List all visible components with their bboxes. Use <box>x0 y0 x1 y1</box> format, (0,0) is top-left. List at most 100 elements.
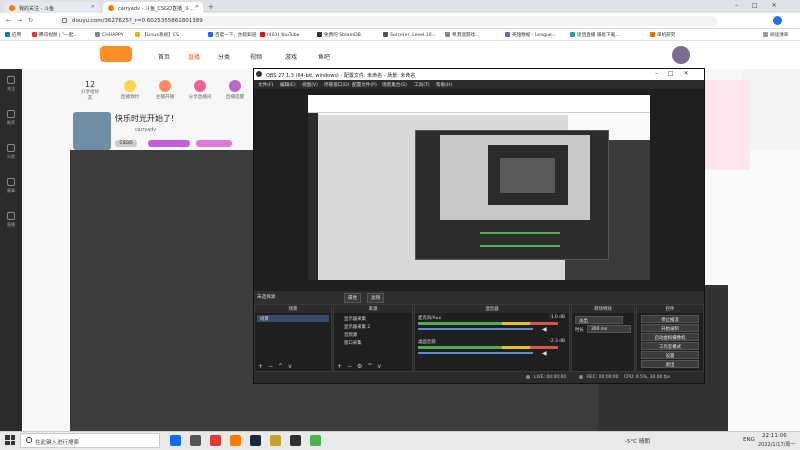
stat-share-room[interactable]: 分享直播间 <box>185 80 215 100</box>
duration-label: 时长 <box>575 328 584 333</box>
preview-nested-browser-bar <box>308 95 650 113</box>
nav-fishbar[interactable]: 鱼吧 <box>318 52 330 61</box>
taskbar-app-icon[interactable] <box>190 435 201 446</box>
steam-taskbar-icon[interactable] <box>250 435 261 446</box>
window-controls[interactable]: –□✕ <box>735 2 791 9</box>
nav-game[interactable]: 游戏 <box>285 52 297 61</box>
source-toolbar[interactable]: +−⚙^v <box>337 363 386 370</box>
weather-text[interactable]: -5°C 晴朗 <box>625 437 650 445</box>
volume-slider[interactable] <box>418 352 533 354</box>
menu-scene-collection[interactable]: 场景集合(S) <box>382 82 407 88</box>
mic-icon <box>159 80 171 92</box>
filters-button[interactable]: 滤镜 <box>367 293 385 303</box>
volume-slider[interactable] <box>418 328 533 330</box>
menu-file[interactable]: 文件(F) <box>258 82 273 88</box>
source-item[interactable]: 显示器采集 2 <box>336 323 410 330</box>
source-item[interactable]: 音频源 <box>336 331 410 338</box>
duration-input[interactable]: 300 ms <box>587 325 631 333</box>
youtube-icon <box>260 32 265 37</box>
nav-video[interactable]: 视频 <box>250 52 262 61</box>
stat-share[interactable]: 12 分享给好友 <box>80 80 100 101</box>
stat-streamer[interactable]: 主播开播 <box>150 80 180 100</box>
source-item[interactable]: 窗口采集 <box>336 339 410 346</box>
nav-category[interactable]: 分类 <box>218 52 230 61</box>
badge-pink <box>196 140 232 147</box>
bookmark-icon <box>95 32 100 37</box>
exit-button[interactable]: 退出 <box>641 360 699 368</box>
start-icon[interactable] <box>5 435 15 445</box>
nav-home[interactable]: 首页 <box>158 52 170 61</box>
menu-docks[interactable]: 停靠窗口(D) <box>324 82 350 88</box>
stat-reminder[interactable]: 直播提醒 <box>220 80 250 100</box>
bookmark-item[interactable]: 饭团直播 跟班下载... <box>570 32 620 38</box>
sidebar-item-events[interactable]: 赛事 <box>0 178 22 194</box>
tab-current[interactable]: carryadv - 斗鱼_CSGO直播_斗... ✕ <box>103 2 203 13</box>
bookmark-item[interactable]: CHHAPPY <box>95 32 124 38</box>
douyu-taskbar-icon[interactable] <box>230 435 241 446</box>
bookmark-item[interactable]: 【Linux系统】CS... <box>135 32 183 38</box>
clock-time[interactable]: 22:11:06 <box>762 433 787 439</box>
profile-avatar[interactable] <box>773 16 782 25</box>
sidebar-item-live[interactable]: 直播 <box>0 212 22 228</box>
bookmark-item[interactable]: 英雄数据 - League... <box>505 32 556 38</box>
start-recording-button[interactable]: 开始录制 <box>641 324 699 332</box>
sidebar-item-follow[interactable]: 关注 <box>0 76 22 92</box>
tab-following[interactable]: 我的关注 - 斗鱼 ✕ <box>4 2 99 13</box>
reading-list-icon <box>763 32 768 37</box>
live-timer: LIVE: 00:00:00 <box>534 375 567 380</box>
settings-button[interactable]: 设置 <box>641 351 699 359</box>
taskbar-search-input[interactable]: 在此键入进行搜索 <box>20 433 160 448</box>
room-tag[interactable]: CSGO <box>115 140 137 147</box>
url-input[interactable]: douyu.com/3627625?_r=0.6025355861801389 <box>58 16 718 26</box>
language-indicator[interactable]: ENG <box>743 437 755 443</box>
scene-toolbar[interactable]: +−^v <box>258 363 297 370</box>
studio-mode-button[interactable]: 工作室模式 <box>641 342 699 350</box>
bookmark-item[interactable]: Sorcerer, Level 10... <box>383 32 436 38</box>
menu-view[interactable]: 视图(V) <box>302 82 318 88</box>
bookmark-icon <box>208 32 213 37</box>
stat-reserve[interactable]: 直播预约 <box>115 80 145 100</box>
transition-select[interactable]: 淡出 <box>575 316 623 324</box>
bookmark-item[interactable]: 免费的 SteamDB <box>317 32 361 38</box>
nav-buttons[interactable]: ←→↻ <box>6 17 39 24</box>
bookmark-item[interactable]: 阅读清单 <box>763 32 788 38</box>
taskview-icon[interactable] <box>170 435 181 446</box>
virtual-camera-button[interactable]: 启动虚拟摄像机 <box>641 333 699 341</box>
new-tab-icon[interactable]: + <box>208 3 214 11</box>
sidebar-item-recommend[interactable]: 推荐 <box>0 110 22 126</box>
taskbar-app-icon[interactable] <box>210 435 221 446</box>
streamer-name[interactable]: carryadv <box>135 128 156 133</box>
scene-item[interactable]: 场景 <box>257 315 329 322</box>
bookmark-item[interactable]: (401) YouTube <box>260 32 300 38</box>
sidebar-item-category[interactable]: 分类 <box>0 144 22 160</box>
streamer-avatar[interactable] <box>73 112 111 150</box>
chrome-taskbar-icon[interactable] <box>310 435 321 446</box>
close-icon[interactable]: ✕ <box>91 4 95 10</box>
bookmark-item[interactable]: 粤港澳游戏... <box>445 32 479 38</box>
menu-edit[interactable]: 编辑(E) <box>280 82 296 88</box>
share-icon <box>194 80 206 92</box>
clock-date[interactable]: 2022/1/17/周一 <box>758 441 795 448</box>
apps-icon <box>5 32 10 37</box>
speaker-icon[interactable]: ◀ <box>542 350 547 357</box>
obs-taskbar-icon[interactable] <box>290 435 301 446</box>
promo-banner[interactable] <box>705 80 750 170</box>
bookmark-item[interactable]: 百度一下，你就知道 <box>208 32 256 38</box>
bookmark-item[interactable]: 腾讯视频 | “一起... <box>32 32 78 38</box>
obs-window-controls[interactable]: –□✕ <box>655 70 699 77</box>
speaker-icon[interactable]: ◀ <box>542 326 547 333</box>
menu-tools[interactable]: 工具(T) <box>414 82 430 88</box>
user-avatar[interactable] <box>672 46 690 64</box>
transitions-dock-title: 转场特效 <box>572 305 634 313</box>
menu-profile[interactable]: 配置文件(P) <box>352 82 377 88</box>
source-item[interactable]: 显示器采集 <box>336 315 410 322</box>
stop-streaming-button[interactable]: 停止推流 <box>641 315 699 323</box>
properties-button[interactable]: 属性 <box>344 293 362 303</box>
close-icon[interactable]: ✕ <box>195 4 199 10</box>
bookmark-item[interactable]: 单机研究 <box>650 32 675 38</box>
nav-live[interactable]: 直播 <box>188 52 200 61</box>
mixer-track-db: -1.0 dB <box>549 315 565 320</box>
menu-help[interactable]: 帮助(H) <box>436 82 452 88</box>
taskbar-app-icon[interactable] <box>270 435 281 446</box>
bookmark-item[interactable]: 应用 <box>5 32 21 38</box>
